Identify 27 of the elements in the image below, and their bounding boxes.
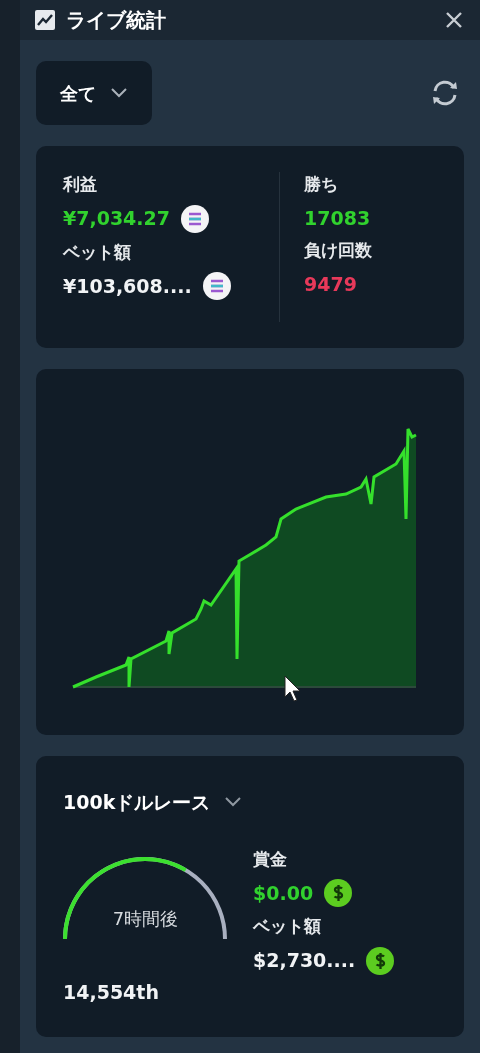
- dollar-coin-icon: [365, 945, 396, 976]
- token-coin-icon: [201, 271, 232, 301]
- filter-dropdown[interactable]: 全て: [36, 61, 152, 125]
- chevron-down-icon: [110, 88, 128, 98]
- close-icon[interactable]: [444, 10, 464, 30]
- stat-label: ベット額: [63, 240, 131, 264]
- stat-label: 負け回数: [304, 239, 372, 262]
- stat-value: 9479: [304, 271, 357, 297]
- countdown-label: 7時間後: [111, 906, 180, 931]
- stat-value: ¥7,034.27: [63, 206, 170, 232]
- token-coin-icon: [180, 203, 210, 234]
- chart-icon: [34, 9, 56, 31]
- rank-value: 14,554th: [63, 979, 159, 1005]
- stat-value: 17083: [304, 205, 371, 231]
- stat-value: $0.00: [253, 880, 314, 906]
- stat-label: 利益: [63, 173, 97, 196]
- stat-value: ¥103,608....: [63, 273, 192, 299]
- race-dropdown[interactable]: 100kドルレース: [63, 788, 243, 817]
- dollar-coin-icon: [323, 878, 354, 908]
- stat-label: 勝ち: [304, 173, 338, 196]
- stat-label: ベット額: [253, 915, 321, 938]
- stat-label: 賞金: [253, 847, 287, 871]
- chevron-down-icon: [224, 797, 243, 808]
- cursor-icon: [284, 675, 302, 703]
- refresh-icon[interactable]: [430, 79, 460, 107]
- window-title: ライブ統計: [66, 7, 166, 34]
- stat-value: $2,730....: [253, 948, 356, 974]
